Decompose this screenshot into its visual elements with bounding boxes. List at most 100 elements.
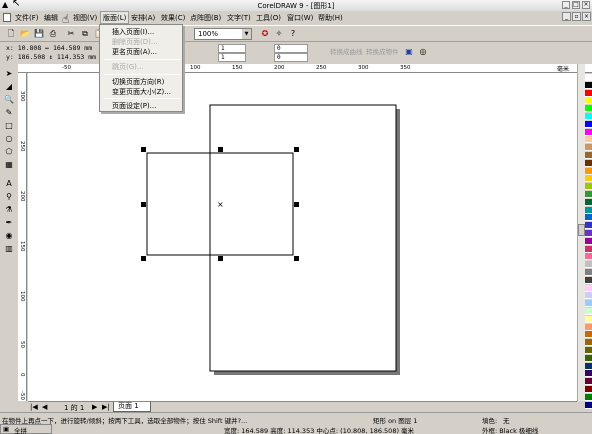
doc-minimize-button[interactable]: _ xyxy=(562,12,571,21)
prev-page-button[interactable]: ◀ xyxy=(42,403,47,411)
menu-rename-page[interactable]: 更名页面(A)... xyxy=(112,47,157,57)
y-position[interactable]: 186.508 ↕ 114.353 mm xyxy=(18,53,96,61)
close-button[interactable]: × xyxy=(582,1,590,9)
scale-y-field[interactable]: 1 xyxy=(218,53,246,62)
color-swatch[interactable] xyxy=(585,292,592,300)
help-pointer-icon[interactable]: ? xyxy=(288,29,298,39)
shape-tool-icon[interactable]: ◢ xyxy=(3,81,15,92)
color-swatch[interactable] xyxy=(585,401,592,409)
color-swatch[interactable] xyxy=(585,253,592,261)
color-swatch[interactable] xyxy=(585,276,592,284)
ellipse-tool-icon[interactable]: ○ xyxy=(3,133,15,144)
color-swatch[interactable] xyxy=(585,198,592,206)
minimize-button[interactable]: _ xyxy=(562,1,570,9)
first-page-button[interactable]: |◀ xyxy=(30,403,38,411)
color-swatch[interactable] xyxy=(585,152,592,159)
copy-icon[interactable]: ⧉ xyxy=(80,29,90,39)
color-swatch[interactable] xyxy=(585,245,592,253)
color-swatch[interactable] xyxy=(585,315,592,323)
pick-tool-icon[interactable]: ➤ xyxy=(3,68,15,79)
doc-close-button[interactable]: × xyxy=(582,12,591,21)
color-swatch[interactable] xyxy=(585,159,592,167)
color-swatch[interactable] xyxy=(585,113,592,120)
freehand-tool-icon[interactable]: ✎ xyxy=(3,107,15,118)
color-swatch[interactable] xyxy=(585,331,592,339)
color-swatch[interactable] xyxy=(585,354,592,362)
convert-to-object-button[interactable]: 转换成物件 xyxy=(366,46,399,56)
color-swatch[interactable] xyxy=(585,222,592,230)
wand-icon[interactable]: ✧ xyxy=(274,29,284,39)
corner-field[interactable]: 0 xyxy=(274,53,308,62)
vertical-scroll-thumb[interactable] xyxy=(578,224,585,236)
menu-arrange[interactable]: 安排(A) xyxy=(131,13,155,23)
ime-bar[interactable]: ▣ 全拼 xyxy=(0,424,52,434)
color-swatch[interactable] xyxy=(585,105,592,113)
interactive-tool-icon[interactable]: ⚲ xyxy=(3,191,15,202)
color-swatch[interactable] xyxy=(585,97,592,105)
color-swatch[interactable] xyxy=(585,120,592,128)
color-swatch[interactable] xyxy=(585,214,592,222)
page-tab[interactable]: 页面 1 xyxy=(113,402,151,412)
document-icon[interactable] xyxy=(3,13,11,22)
color-swatch[interactable] xyxy=(585,362,592,370)
menu-bitmaps[interactable]: 点阵图(B) xyxy=(190,13,221,23)
spiral-tool-icon[interactable]: ▦ xyxy=(3,159,15,170)
color-swatch[interactable] xyxy=(585,339,592,347)
last-page-button[interactable]: ▶| xyxy=(102,403,110,411)
menu-help[interactable]: 帮助(H) xyxy=(318,13,343,23)
color-swatch[interactable] xyxy=(585,308,592,315)
color-swatch[interactable] xyxy=(585,74,592,81)
vertical-ruler[interactable]: 300 250 200 150 100 50 0 -50 xyxy=(18,73,27,401)
color-swatch[interactable] xyxy=(585,144,592,152)
color-swatch[interactable] xyxy=(585,393,592,401)
drawing-canvas[interactable]: × xyxy=(28,73,577,401)
menu-insert-page[interactable]: 插入页面(I)... xyxy=(112,27,154,37)
chevron-down-icon[interactable]: ▼ xyxy=(242,29,251,39)
color-swatch[interactable] xyxy=(585,237,592,245)
next-page-button[interactable]: ▶ xyxy=(92,403,97,411)
eyedropper-tool-icon[interactable]: ⚗ xyxy=(3,204,15,215)
target-icon[interactable]: ◎ xyxy=(418,47,428,57)
color-palette[interactable] xyxy=(585,64,592,409)
color-swatch[interactable] xyxy=(585,89,592,97)
new-icon[interactable]: 🗋 xyxy=(6,29,16,39)
color-swatch[interactable] xyxy=(585,167,592,175)
color-swatch[interactable] xyxy=(585,230,592,237)
color-swatch[interactable] xyxy=(585,191,592,198)
color-swatch[interactable] xyxy=(585,378,592,386)
transparency-tool-icon[interactable]: ▥ xyxy=(3,243,15,254)
zoom-select[interactable]: 100% ▼ xyxy=(194,28,252,40)
color-swatch[interactable] xyxy=(585,136,592,144)
open-icon[interactable]: 📂 xyxy=(20,29,30,39)
outline-tool-icon[interactable]: ✒ xyxy=(3,217,15,228)
menu-page-setup[interactable]: 页面设定(P)... xyxy=(112,101,156,111)
menu-edit[interactable]: 编辑 xyxy=(44,13,58,23)
color-swatch[interactable] xyxy=(585,269,592,276)
color-swatch[interactable] xyxy=(585,261,592,269)
color-swatch[interactable] xyxy=(585,347,592,354)
save-icon[interactable]: 💾 xyxy=(34,29,44,39)
color-swatch[interactable] xyxy=(585,206,592,214)
color-swatch[interactable] xyxy=(585,81,592,89)
rectangle-tool-icon[interactable]: □ xyxy=(3,120,15,131)
polygon-tool-icon[interactable]: ⬠ xyxy=(3,146,15,157)
zoom-tool-icon[interactable]: 🔍 xyxy=(3,94,15,105)
color-swatch[interactable] xyxy=(585,183,592,191)
color-swatch[interactable] xyxy=(585,175,592,183)
convert-to-curves-button[interactable]: 转换成曲线 xyxy=(330,46,363,56)
cut-icon[interactable]: ✂ xyxy=(66,29,76,39)
menu-effects[interactable]: 效果(C) xyxy=(161,13,185,23)
menu-text[interactable]: 文字(T) xyxy=(227,13,251,23)
color-swatch[interactable] xyxy=(585,323,592,331)
fill-tool-icon[interactable]: ◉ xyxy=(3,230,15,241)
menu-layout[interactable]: 版面(L) xyxy=(100,11,130,24)
menu-file[interactable]: 文件(F) xyxy=(15,13,39,23)
color-swatch[interactable] xyxy=(585,128,592,136)
maximize-button[interactable]: □ xyxy=(572,1,580,9)
menu-tools[interactable]: 工具(O) xyxy=(256,13,281,23)
wrap-text-icon[interactable]: ▣ xyxy=(404,47,414,57)
rotation-field[interactable]: 0 xyxy=(274,44,308,53)
menu-view[interactable]: 视图(V) xyxy=(73,13,97,23)
color-swatch[interactable] xyxy=(585,300,592,308)
text-tool-icon[interactable]: A xyxy=(3,178,15,189)
